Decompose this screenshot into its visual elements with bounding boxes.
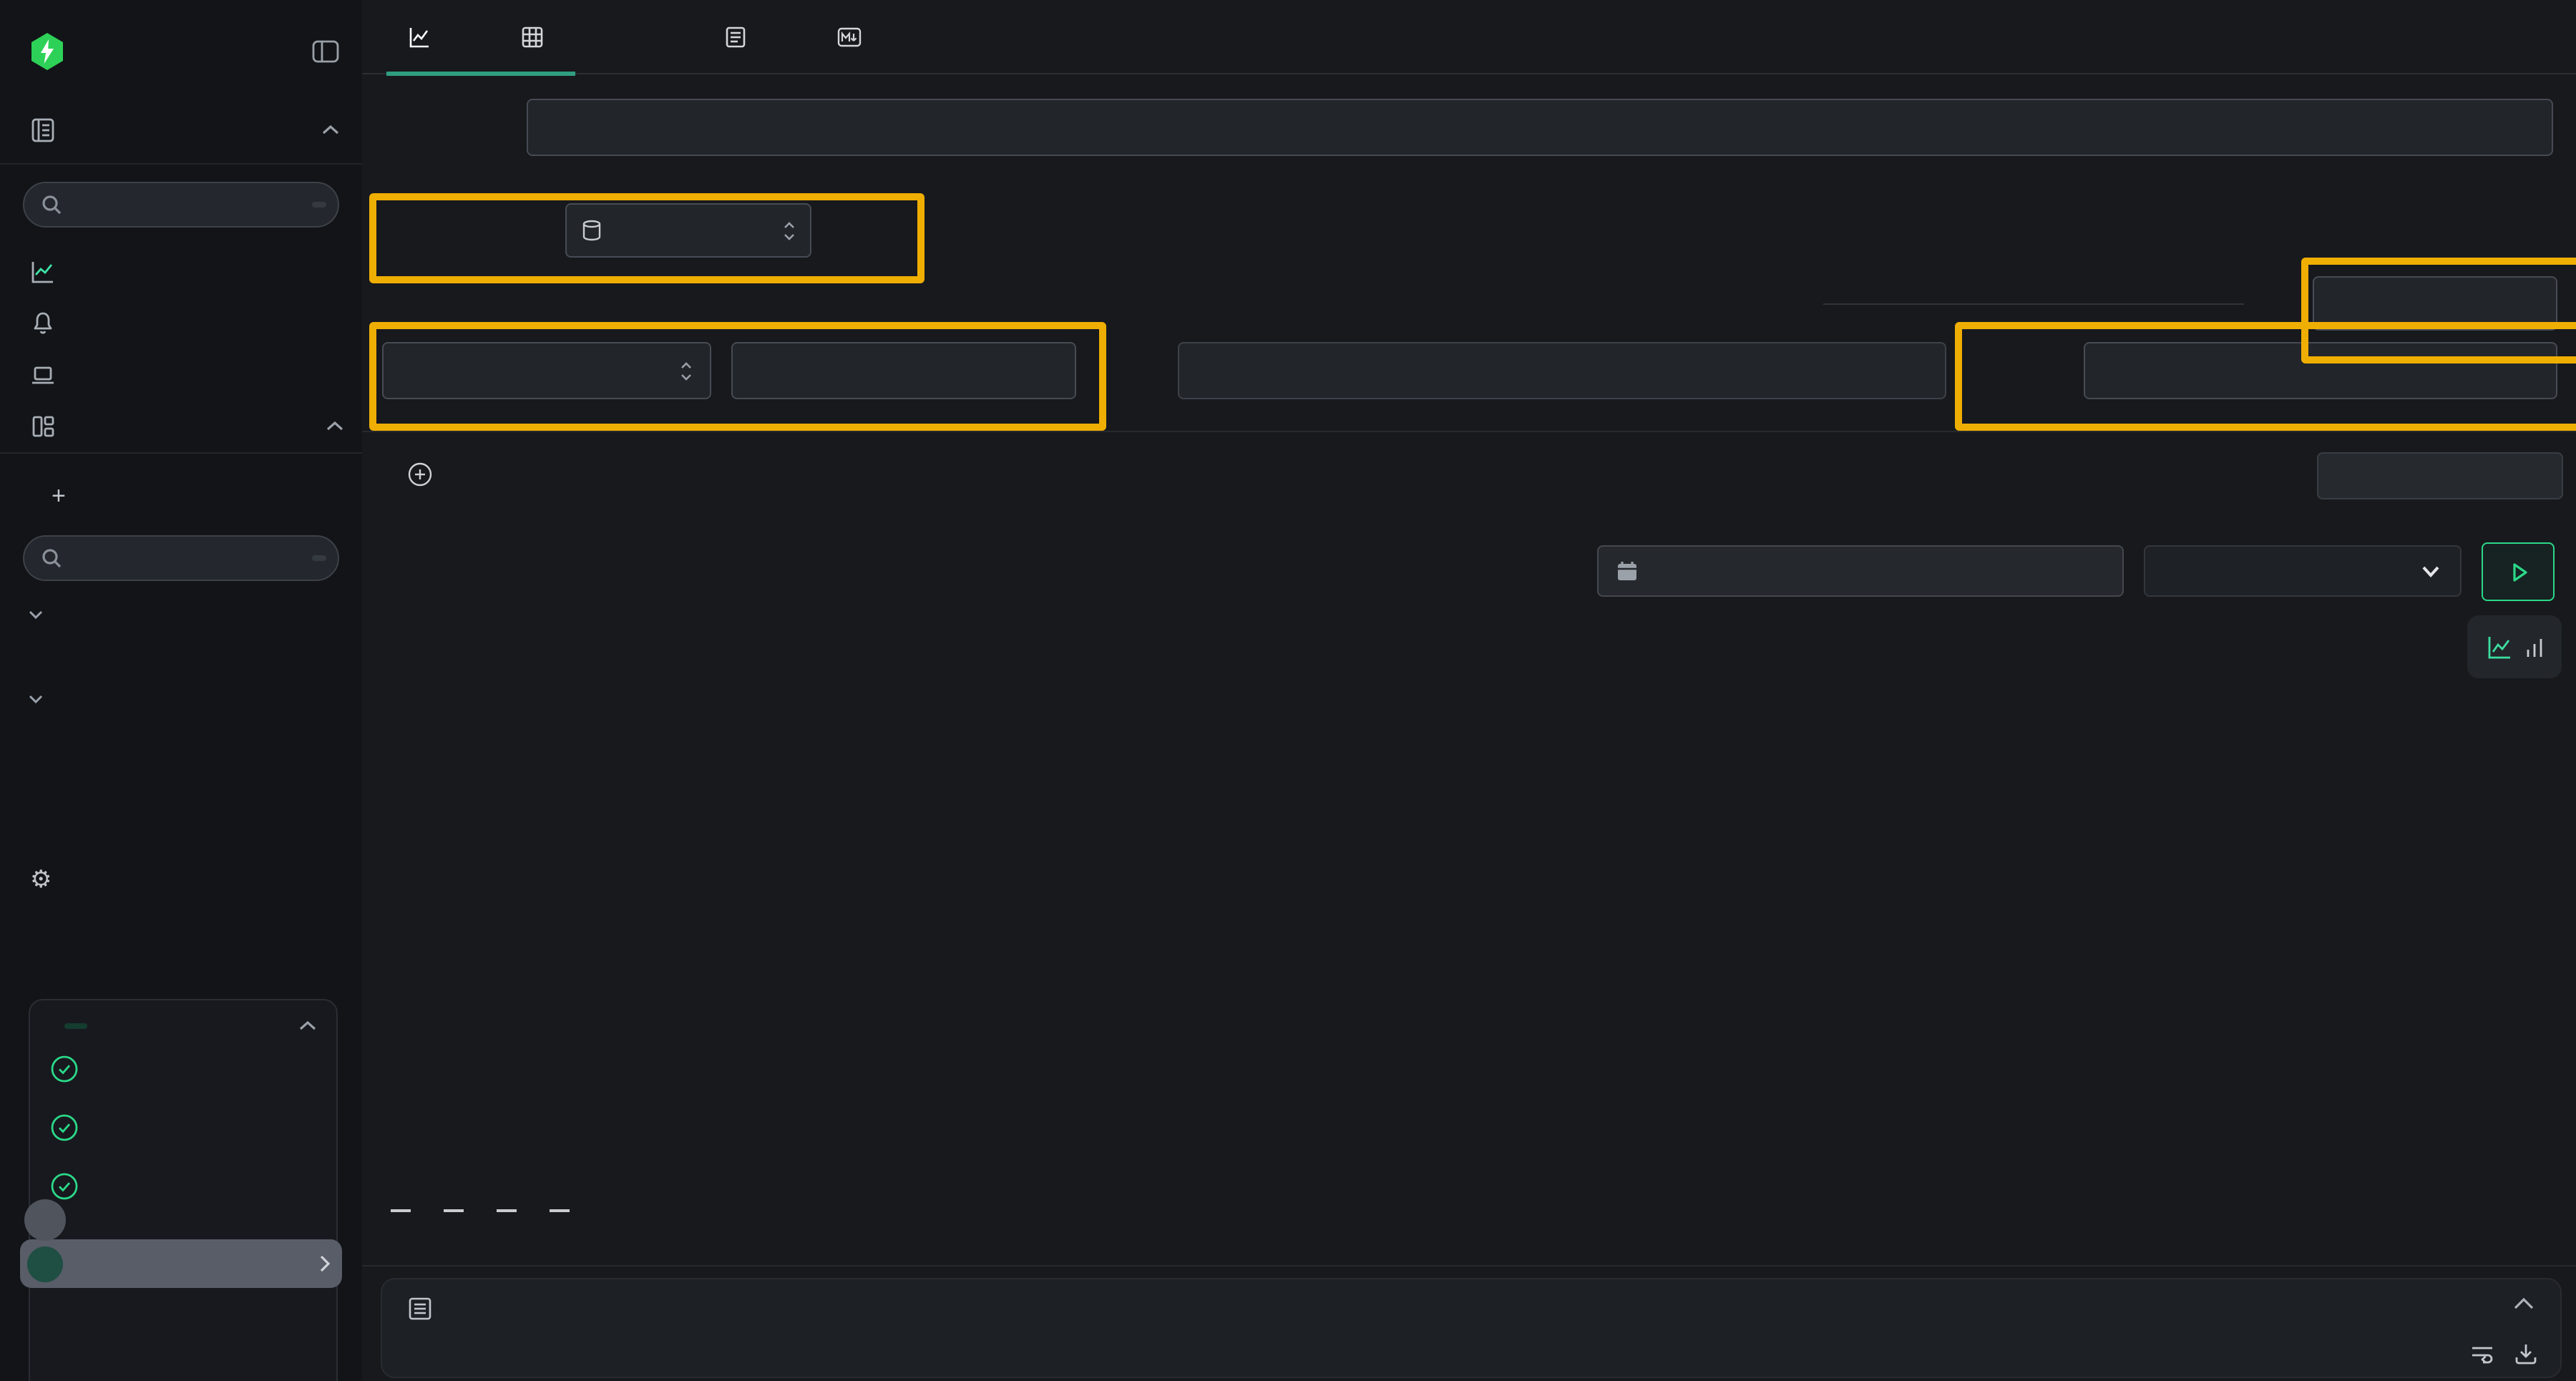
avatar [27, 1246, 63, 1282]
chart-name-input[interactable] [527, 99, 2553, 156]
legend-item[interactable] [550, 1209, 580, 1212]
sidebar-item-services[interactable] [0, 750, 362, 787]
journal-icon [30, 117, 56, 143]
user-menu[interactable] [20, 1239, 342, 1288]
sidebar-item-client-sessions[interactable] [0, 349, 362, 401]
hyperdx-app: + ⚙ [0, 0, 2576, 1381]
database-icon [581, 219, 602, 242]
alias-connector-line [1823, 303, 2244, 305]
chevron-down-icon [29, 693, 43, 703]
laptop-icon [30, 362, 56, 388]
data-source-select[interactable] [565, 203, 811, 258]
legend-item[interactable] [391, 1209, 421, 1212]
markdown-icon [837, 26, 862, 47]
create-dashboard-button[interactable]: + [0, 475, 362, 518]
gear-icon: ⚙ [30, 866, 52, 894]
legend-swatch [497, 1209, 517, 1212]
chart-legend [391, 1209, 602, 1212]
divider [0, 163, 362, 165]
select-chevrons-icon [783, 220, 796, 241]
divider [362, 431, 2576, 432]
calendar-icon [1616, 560, 1639, 582]
legend-item[interactable] [497, 1209, 527, 1212]
progress-badge [64, 1023, 87, 1029]
chart-type-tabs [362, 0, 2576, 74]
dashboards-icon [30, 414, 56, 439]
legend-swatch [550, 1209, 570, 1212]
search-icon [42, 548, 62, 568]
saved-searches-input[interactable] [23, 182, 339, 228]
sidebar-item-alerts[interactable] [0, 298, 362, 349]
run-query-button[interactable] [2482, 542, 2555, 601]
set-number-format-button[interactable] [2317, 452, 2563, 499]
line-chart-icon [408, 25, 431, 48]
date-range-picker[interactable] [1597, 545, 2124, 597]
where-input-wrap [1178, 342, 1946, 399]
wrap-text-icon[interactable] [2470, 1342, 2494, 1365]
group-by-input[interactable] [2084, 342, 2557, 399]
expression-input[interactable] [731, 342, 1076, 399]
sidebar-item-kubernetes[interactable] [0, 787, 362, 824]
tab-line-bar[interactable] [408, 25, 444, 48]
check-circle-icon [50, 1113, 79, 1149]
group-presets[interactable] [0, 684, 362, 713]
list-icon [408, 1297, 432, 1321]
alias-input[interactable] [2313, 276, 2557, 331]
collapse-sidebar-icon[interactable] [312, 40, 339, 63]
sidebar-section-search[interactable] [30, 109, 339, 152]
sidebar-item-team-settings[interactable]: ⚙ [0, 854, 362, 906]
aggregation-select[interactable] [382, 342, 711, 399]
brand-row [30, 31, 339, 72]
chevron-down-icon [29, 609, 43, 619]
legend-swatch [391, 1209, 411, 1212]
search-icon [42, 195, 62, 215]
legend-item[interactable] [444, 1209, 474, 1212]
line-chart-icon [30, 259, 56, 285]
hyperdx-logo-icon [30, 33, 64, 70]
get-started-step[interactable] [50, 1113, 316, 1149]
plus-circle-icon [408, 462, 432, 486]
chevron-up-icon [322, 125, 339, 136]
main-content [362, 0, 2576, 1381]
bell-icon [30, 311, 56, 336]
add-series-button[interactable] [408, 449, 447, 498]
plus-icon: + [52, 482, 66, 511]
sample-matched-events-panel [381, 1278, 2562, 1378]
kbd-shortcut [312, 555, 326, 561]
sidebar: + ⚙ [0, 0, 364, 1381]
divider [0, 452, 362, 454]
chevron-right-icon [319, 1255, 331, 1272]
table-icon [521, 25, 544, 48]
tab-markdown[interactable] [837, 26, 874, 47]
chevron-up-icon[interactable] [299, 1020, 316, 1032]
get-started-step[interactable] [50, 1055, 316, 1090]
select-chevrons-icon [680, 360, 693, 381]
tab-search[interactable] [724, 25, 760, 48]
sidebar-item-clickhouse[interactable] [0, 713, 362, 750]
check-circle-icon [50, 1055, 79, 1090]
sidebar-section-dashboards[interactable] [0, 401, 362, 452]
legend-swatch [444, 1209, 464, 1212]
play-icon [2505, 559, 2531, 585]
chevron-up-icon [326, 421, 343, 432]
collapse-panel-icon[interactable] [2513, 1297, 2534, 1311]
chevron-down-icon [2421, 565, 2440, 577]
download-icon[interactable] [2514, 1342, 2537, 1365]
timeseries-chart[interactable] [374, 624, 2563, 1214]
granularity-select[interactable] [2144, 545, 2462, 597]
group-saved-dashboards[interactable] [0, 600, 362, 628]
divider [362, 1265, 2576, 1267]
kbd-shortcut [312, 202, 326, 208]
search-doc-icon [724, 25, 747, 48]
tab-table[interactable] [521, 25, 557, 48]
query-language-toggle [1909, 342, 1929, 399]
where-input[interactable] [1178, 342, 1946, 399]
saved-dashboards-input[interactable] [23, 535, 339, 581]
sidebar-item-my-dashboard[interactable] [0, 628, 362, 665]
sidebar-item-chart-explorer[interactable] [0, 246, 362, 298]
get-started-step[interactable] [50, 1172, 316, 1208]
active-tab-indicator [386, 71, 575, 76]
get-started-card [29, 999, 338, 1381]
help-button[interactable] [24, 1199, 66, 1241]
